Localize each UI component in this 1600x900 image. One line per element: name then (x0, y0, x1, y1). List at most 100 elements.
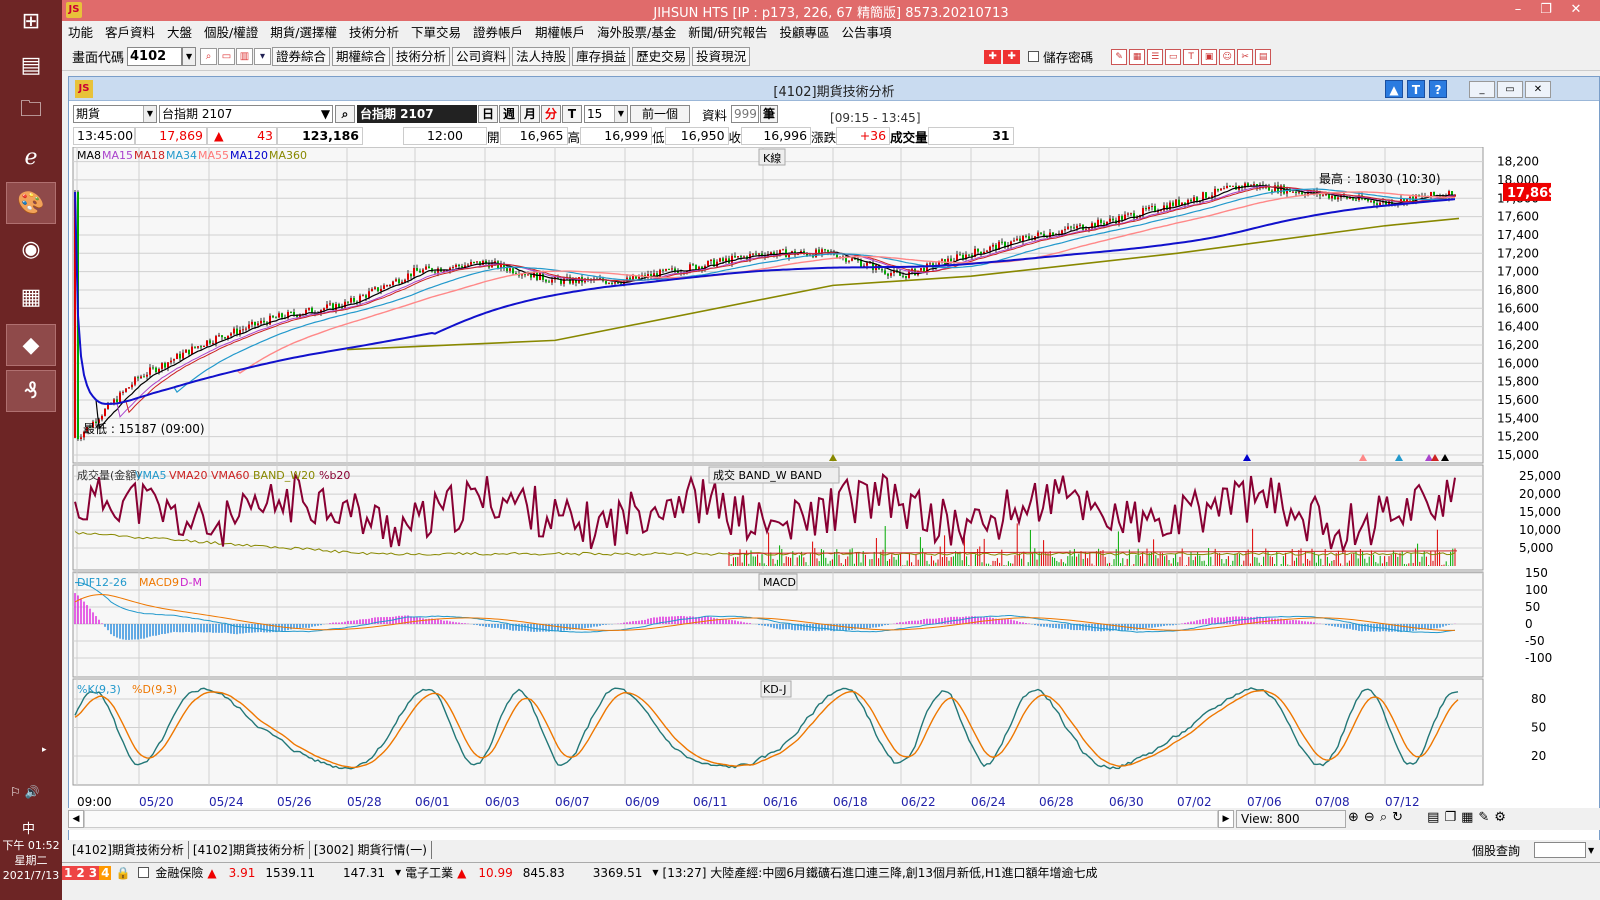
flag-icon[interactable]: ✚ (984, 49, 1002, 64)
company-info-button[interactable]: 公司資料 (452, 47, 511, 66)
dropdown-arrow-icon[interactable]: ▾ (254, 48, 272, 65)
stock-query-input[interactable] (1534, 842, 1586, 858)
trade-history-button[interactable]: 歷史交易 (632, 47, 691, 66)
menu-item[interactable]: 大盤 (167, 22, 192, 41)
copy-icon[interactable]: ❐ (1444, 810, 1461, 825)
page-2-button[interactable]: 2 (74, 865, 87, 880)
menu-item[interactable]: 投顧專區 (779, 22, 829, 41)
menu-item[interactable]: 技術分析 (349, 22, 399, 41)
text-icon[interactable]: T (1183, 48, 1200, 65)
contract-select[interactable]: 台指期 2107 ▼ (159, 105, 333, 123)
chevron-down-icon[interactable]: ▼ (652, 868, 658, 877)
menu-item[interactable]: 公告事項 (842, 22, 892, 41)
technical-chart[interactable]: 09:00 05/20 05/24 05/26 05/28 06/01 06/03 06/07… (69, 147, 1599, 811)
close-icon[interactable]: ✕ (1562, 0, 1590, 21)
news-ticker[interactable]: [13:27] 大陸產經:中國6月鐵礦石進口連三降,創13個月新低,H1進口額年… (663, 864, 1098, 881)
screen-code-input[interactable]: 4102 (127, 47, 183, 66)
tab-technical-analysis[interactable]: [4102]期貨技術分析 (68, 841, 189, 859)
refresh-icon[interactable]: ↻ (1392, 810, 1408, 825)
period-day-button[interactable]: 日 (478, 105, 498, 123)
pen-icon[interactable]: ✎ (1478, 810, 1494, 825)
file-explorer-icon[interactable]: ▤ (6, 44, 56, 86)
period-week-button[interactable]: 週 (499, 105, 519, 123)
list-icon[interactable]: ☰ (1147, 48, 1164, 65)
page-3-button[interactable]: 3 (86, 865, 100, 880)
windows-start-icon[interactable]: ⊞ (6, 0, 56, 42)
menu-item[interactable]: 證券帳戶 (473, 22, 523, 41)
period-tick-button[interactable]: T (562, 105, 582, 123)
zoom-out-icon[interactable]: ⊖ (1364, 810, 1380, 825)
page-1-button[interactable]: 1 (62, 865, 75, 880)
tab-technical-analysis[interactable]: [4102]期貨技術分析 (189, 841, 310, 859)
menu-item[interactable]: 新聞/研究報告 (688, 22, 767, 41)
ticker-checkbox[interactable] (138, 867, 150, 878)
people-icon[interactable]: ☺ (1219, 48, 1236, 65)
chart-icon[interactable]: ▥ (236, 48, 254, 65)
magnify-icon[interactable]: ⌕ (1380, 810, 1392, 825)
flag-icon[interactable]: ✚ (1003, 49, 1021, 64)
up-arrow-icon[interactable]: ▲ (1385, 80, 1403, 98)
paint-icon[interactable]: 🎨 (6, 182, 56, 224)
folder-icon[interactable]: 🗀 (6, 90, 56, 132)
tray-icons[interactable]: ⚐ 🔊 (10, 785, 40, 799)
calendar-icon[interactable]: ▤ (1255, 48, 1272, 65)
market-select[interactable]: 期貨 ▼ (73, 105, 157, 123)
text-icon[interactable]: T (1407, 80, 1425, 98)
ie-browser-icon[interactable]: ℯ (6, 136, 56, 178)
view-box[interactable]: View: 800 (1236, 810, 1346, 828)
options-summary-button[interactable]: 期權綜合 (332, 47, 391, 66)
technical-analysis-button[interactable]: 技術分析 (392, 47, 451, 66)
image-icon[interactable]: ▣ (1201, 48, 1218, 65)
period-minute-button[interactable]: 分 (541, 105, 561, 123)
scroll-right-icon[interactable]: ▶ (1218, 810, 1234, 828)
period-month-button[interactable]: 月 (520, 105, 540, 123)
restore-icon[interactable]: ▭ (1497, 81, 1523, 98)
taskbar-clock[interactable]: 下午 01:52 星期二 2021/7/13 (0, 838, 62, 883)
page-4-button[interactable]: 4 (99, 865, 112, 880)
data-count-input[interactable]: 999 (731, 105, 760, 123)
tray-expand-icon[interactable]: ▸ (42, 745, 47, 755)
menu-item[interactable]: 海外股票/基金 (597, 22, 676, 41)
menu-item[interactable]: 個股/權證 (204, 22, 258, 41)
menu-item[interactable]: 期貨/選擇權 (270, 22, 337, 41)
restore-icon[interactable]: ❐ (1532, 0, 1560, 21)
lock-icon[interactable]: 🔒 (115, 866, 130, 880)
menu-item[interactable]: 下單交易 (411, 22, 461, 41)
minimize-icon[interactable]: – (1504, 0, 1532, 21)
institutional-holdings-button[interactable]: 法人持股 (512, 47, 571, 66)
minute-select[interactable]: 15 ▼ (584, 105, 628, 123)
chrome-icon[interactable]: ◉ (6, 228, 56, 270)
close-icon[interactable]: ✕ (1525, 81, 1551, 98)
menu-item[interactable]: 期權帳戶 (535, 22, 585, 41)
scroll-left-icon[interactable]: ◀ (68, 810, 84, 828)
help-icon[interactable]: ? (1429, 80, 1447, 98)
prev-button[interactable]: 前一個 (630, 105, 690, 123)
indicator-icon[interactable]: ▤ (1427, 810, 1444, 825)
chevron-down-icon[interactable]: ▼ (395, 868, 401, 877)
sticky-notes-icon[interactable]: ◆ (6, 324, 56, 366)
tools-icon[interactable]: ✂ (1237, 48, 1254, 65)
edit-icon[interactable]: ✎ (1111, 48, 1128, 65)
settings-gear-icon[interactable]: ⚙ (1494, 810, 1511, 825)
grid-icon[interactable]: ▦ (1129, 48, 1146, 65)
inventory-pnl-button[interactable]: 庫存損益 (572, 47, 631, 66)
window-icon[interactable]: ▭ (218, 48, 236, 65)
tab-futures-quote[interactable]: [3002] 期貨行情(一) (310, 841, 432, 859)
ime-indicator[interactable]: 中 (22, 818, 35, 837)
search-icon[interactable]: ⌕ (200, 48, 218, 65)
menu-item[interactable]: 功能 (68, 22, 93, 41)
investment-status-button[interactable]: 投資現況 (692, 47, 751, 66)
securities-summary-button[interactable]: 證券綜合 (272, 47, 331, 66)
chevron-down-icon[interactable]: ▼ (1588, 846, 1600, 855)
minimize-icon[interactable]: _ (1469, 81, 1495, 98)
menu-item[interactable]: 客戶資料 (105, 22, 155, 41)
chevron-down-icon[interactable]: ▼ (182, 47, 197, 66)
horizontal-scrollbar[interactable] (84, 810, 1218, 828)
search-icon[interactable]: ⌕ (335, 105, 355, 123)
window-icon[interactable]: ▭ (1165, 48, 1182, 65)
calendar-icon[interactable]: ▦ (1461, 810, 1478, 825)
zoom-in-icon[interactable]: ⊕ (1348, 810, 1364, 825)
spreadsheet-icon[interactable]: ▦ (6, 276, 56, 318)
save-password-checkbox[interactable] (1028, 51, 1040, 62)
jihsun-app-icon[interactable]: ₰ (6, 370, 56, 412)
